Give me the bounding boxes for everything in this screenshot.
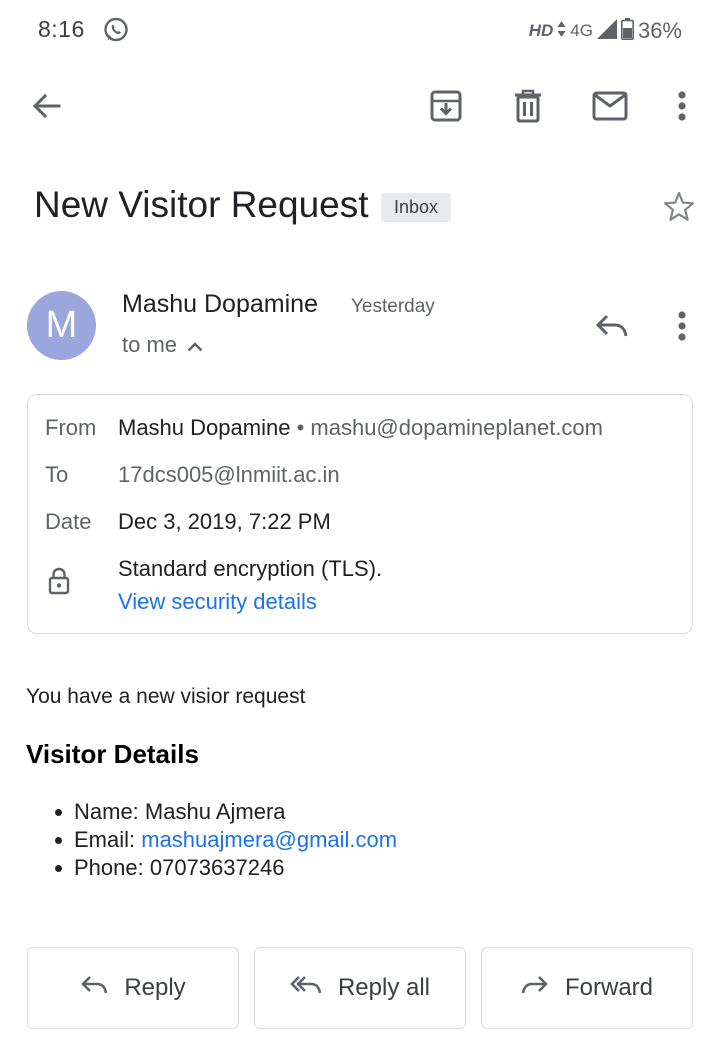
encryption-text: Standard encryption (TLS). <box>118 556 383 581</box>
reply-icon <box>80 974 108 1003</box>
phone-label: Phone: <box>74 855 150 880</box>
message-more-icon[interactable] <box>662 306 702 346</box>
forward-button[interactable]: Forward <box>481 947 693 1029</box>
sender-time: Yesterday <box>351 296 435 317</box>
email-subject: New Visitor Request <box>34 184 369 225</box>
hd-indicator: HD <box>528 21 554 40</box>
from-email[interactable]: mashu@dopamineplanet.com <box>310 415 603 440</box>
battery-percent: 36% <box>637 18 682 43</box>
sender-avatar[interactable]: M <box>27 291 96 360</box>
forward-label: Forward <box>564 974 654 1001</box>
sender-name: Mashu Dopamine <box>122 290 318 318</box>
star-icon[interactable] <box>659 187 699 227</box>
back-arrow-icon[interactable] <box>26 86 66 126</box>
delete-icon[interactable] <box>508 86 548 126</box>
to-value[interactable]: 17dcs005@lnmiit.ac.in <box>118 462 340 488</box>
whatsapp-notification-icon <box>102 16 130 44</box>
mark-unread-icon[interactable] <box>590 86 630 126</box>
status-indicators: HD 4G 36% <box>528 17 682 45</box>
from-label: From <box>45 415 97 440</box>
message-details-card: From Mashu Dopamine • mashu@dopamineplan… <box>27 394 693 634</box>
reply-all-icon <box>290 974 322 1003</box>
reply-label: Reply <box>124 974 186 1001</box>
visitor-email-link[interactable]: mashuajmera@gmail.com <box>141 827 397 852</box>
name-value: Mashu Ajmera <box>144 799 286 824</box>
data-arrows-icon <box>557 20 566 42</box>
forward-icon <box>521 974 549 1003</box>
view-security-details-link[interactable]: View security details <box>118 589 317 615</box>
to-label: To <box>45 462 69 487</box>
email-label: Email: <box>74 827 142 852</box>
reply-all-label: Reply all <box>337 974 431 1001</box>
archive-icon[interactable] <box>426 86 466 126</box>
name-label: Name: <box>74 799 145 824</box>
list-item-phone: Phone: 07073637246 <box>54 854 397 882</box>
to-me-label: to me <box>122 332 178 357</box>
list-item-name: Name: Mashu Ajmera <box>54 798 397 826</box>
visitor-details-list: Name: Mashu Ajmera Email: mashuajmera@gm… <box>54 798 397 882</box>
date-label: Date <box>45 509 92 534</box>
chevron-up-icon <box>187 332 203 358</box>
inbox-label-chip[interactable]: Inbox <box>381 193 452 222</box>
recipient-toggle[interactable]: to me <box>122 332 203 358</box>
list-item-email: Email: mashuajmera@gmail.com <box>54 826 397 854</box>
reply-button[interactable]: Reply <box>27 947 239 1029</box>
battery-icon <box>620 17 634 45</box>
from-name: Mashu Dopamine <box>118 415 291 440</box>
phone-value: 07073637246 <box>149 855 285 880</box>
signal-icon <box>596 18 617 44</box>
from-value: Mashu Dopamine • mashu@dopamineplanet.co… <box>118 415 603 441</box>
date-value: Dec 3, 2019, 7:22 PM <box>118 509 331 534</box>
network-type: 4G <box>570 21 593 40</box>
reply-all-button[interactable]: Reply all <box>254 947 466 1029</box>
lock-icon <box>48 567 70 600</box>
body-heading: Visitor Details <box>26 739 199 769</box>
body-intro: You have a new visior request <box>26 685 306 708</box>
more-vert-icon[interactable] <box>662 86 702 126</box>
reply-icon[interactable] <box>592 306 632 346</box>
status-time: 8:16 <box>38 16 85 42</box>
from-separator: • <box>296 415 305 440</box>
